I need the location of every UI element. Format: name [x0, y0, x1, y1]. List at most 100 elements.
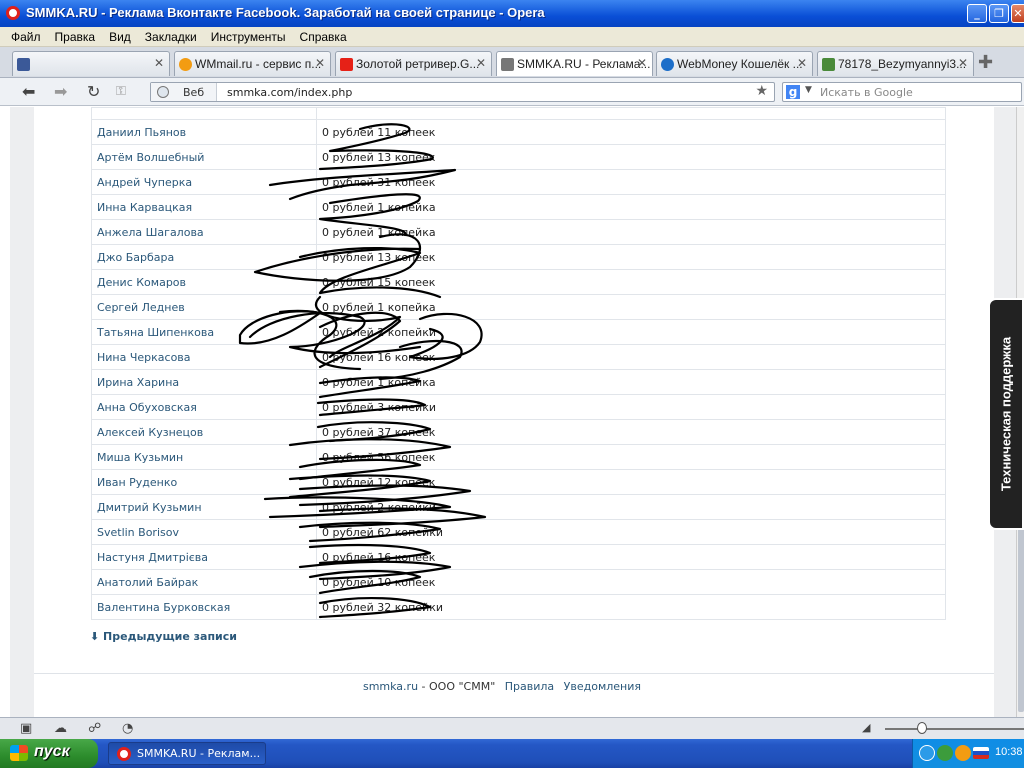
winner-name[interactable]: Денис Комаров	[91, 269, 317, 295]
tab-youtube[interactable]: Золотой ретривер.G... ✕	[335, 51, 492, 76]
icq-icon[interactable]	[937, 745, 953, 761]
menu-edit[interactable]: Правка	[48, 27, 103, 44]
table-row: Алексей Кузнецов 0 рублей 37 копеек	[91, 419, 946, 445]
menu-bookmarks[interactable]: Закладки	[138, 27, 204, 44]
search-placeholder[interactable]: Искать в Google	[820, 86, 913, 99]
winner-name[interactable]: Дмитрий Кузьмин	[91, 494, 317, 520]
address-bar: ⬅ ➡ ↻ ⚿ Веб smmka.com/index.php ★ g ▼ Ис…	[0, 78, 1024, 106]
winner-name[interactable]: Настуня Дмитрієва	[91, 544, 317, 570]
start-button[interactable]: пуск	[0, 739, 98, 768]
menu-help[interactable]: Справка	[293, 27, 354, 44]
zoom-icon[interactable]: ◢	[862, 721, 870, 734]
tab-label: WebMoney Кошелёк ...	[677, 57, 803, 71]
wmmail-tray-icon[interactable]	[955, 745, 971, 761]
table-row: Анатолий Байрак 0 рублей 10 копеек	[91, 569, 946, 595]
reload-icon[interactable]: ↻	[87, 82, 100, 101]
table-row: Артём Волшебный 0 рублей 13 копеек	[91, 144, 946, 170]
clock: 10:38	[995, 746, 1023, 758]
webmoney-icon	[661, 58, 674, 71]
winner-name[interactable]: Инна Карвацкая	[91, 194, 317, 220]
opera-logo-icon	[117, 747, 131, 761]
url-field[interactable]: Веб smmka.com/index.php ★	[150, 82, 775, 102]
menu-view[interactable]: Вид	[102, 27, 138, 44]
web-label: Веб	[183, 86, 205, 99]
taskbar-window-label: SMMKA.RU - Реклам...	[137, 747, 261, 760]
winner-name[interactable]: Андрей Чуперка	[91, 169, 317, 195]
winners-table: Даниил Пьянов 0 рублей 11 копеек Артём Вол…	[91, 107, 946, 620]
menu-bar: Файл Правка Вид Закладки Инструменты Справка	[0, 27, 1024, 47]
menu-file[interactable]: Файл	[0, 27, 48, 44]
footer-company: - ООО "СММ"	[418, 680, 496, 693]
close-tab-icon[interactable]: ✕	[797, 56, 807, 70]
footer-notifications-link[interactable]: Уведомления	[564, 680, 641, 693]
menu-tools[interactable]: Инструменты	[204, 27, 293, 44]
winner-name[interactable]: Иван Руденко	[91, 469, 317, 495]
panel-toggle-icon[interactable]: ▣	[20, 721, 32, 736]
tab-label: WMmail.ru - сервис п...	[195, 57, 322, 71]
back-icon[interactable]: ⬅	[22, 82, 35, 101]
close-tab-icon[interactable]: ✕	[958, 56, 968, 70]
tab-wmmail[interactable]: WMmail.ru - сервис п... ✕	[174, 51, 331, 76]
winner-name[interactable]: Джо Барбара	[91, 244, 317, 270]
key-icon[interactable]: ⚿	[116, 84, 126, 99]
tab-label: 78178_Bezymyannyi3...	[838, 57, 967, 71]
bookmark-star-icon[interactable]: ★	[755, 83, 768, 99]
language-flag-icon[interactable]	[973, 747, 989, 759]
tab-label: Золотой ретривер.G...	[356, 57, 480, 71]
forward-icon[interactable]: ➡	[54, 82, 67, 101]
winner-name[interactable]: Даниил Пьянов	[91, 119, 317, 145]
chevron-down-icon[interactable]: ▼	[805, 85, 812, 95]
tab-webmoney[interactable]: WebMoney Кошелёк ... ✕	[656, 51, 813, 76]
winner-name[interactable]: Svetlin Borisov	[91, 519, 317, 545]
taskbar-opera-window[interactable]: SMMKA.RU - Реклам...	[108, 742, 266, 765]
winner-name[interactable]: Алексей Кузнецов	[91, 419, 317, 445]
support-tab[interactable]: Техническая поддержка	[988, 298, 1024, 530]
winner-name[interactable]: Сергей Леднев	[91, 294, 317, 320]
minimize-button[interactable]: _	[967, 4, 987, 23]
winner-name[interactable]: Анна Обуховская	[91, 394, 317, 420]
search-field[interactable]: g ▼ Искать в Google	[782, 82, 1022, 102]
previous-records-link[interactable]: ⬇ Предыдущие записи	[90, 630, 237, 643]
unite-icon[interactable]: ☍	[88, 721, 101, 736]
previous-records-label[interactable]: Предыдущие записи	[103, 630, 237, 643]
maximize-button[interactable]: ❐	[989, 4, 1009, 23]
url-text[interactable]: smmka.com/index.php	[227, 86, 352, 99]
zoom-slider-track[interactable]	[885, 728, 1024, 730]
zoom-slider-thumb[interactable]	[917, 722, 927, 734]
close-tab-icon[interactable]: ✕	[637, 56, 647, 70]
close-tab-icon[interactable]: ✕	[476, 56, 486, 70]
winner-name[interactable]: Нина Черкасова	[91, 344, 317, 370]
tray-arrow-icon[interactable]	[919, 745, 935, 761]
tab-vk[interactable]: ✕	[12, 51, 170, 76]
footer-site-link[interactable]: smmka.ru	[363, 680, 418, 693]
winner-name[interactable]: Ирина Харина	[91, 369, 317, 395]
winner-amount: 0 рублей 1 копейка	[316, 294, 946, 320]
cloud-icon[interactable]: ☁	[54, 721, 67, 736]
winner-name[interactable]: Анатолий Байрак	[91, 569, 317, 595]
table-row: Миша Кузьмин 0 рублей 56 копеек	[91, 444, 946, 470]
opera-logo-icon	[6, 6, 20, 20]
footer-rules-link[interactable]: Правила	[505, 680, 554, 693]
google-icon[interactable]: g	[786, 85, 800, 99]
taskbar: пуск SMMKA.RU - Реклам... 10:38	[0, 739, 1024, 768]
winner-amount: 0 рублей 11 копеек	[316, 119, 946, 145]
tab-smmka[interactable]: SMMKA.RU - Реклама... ✕	[496, 51, 653, 76]
new-tab-icon[interactable]: ✚	[978, 52, 993, 73]
winner-amount: 0 рублей 1 копейка	[316, 219, 946, 245]
winner-name[interactable]: Артём Волшебный	[91, 144, 317, 170]
support-tab-label[interactable]: Техническая поддержка	[999, 337, 1014, 491]
winner-name[interactable]: Миша Кузьмин	[91, 444, 317, 470]
page-gutter-left	[10, 107, 34, 717]
tab-image[interactable]: 78178_Bezymyannyi3... ✕	[817, 51, 974, 76]
winner-name[interactable]: Татьяна Шипенкова	[91, 319, 317, 345]
winner-name[interactable]: Валентина Бурковская	[91, 594, 317, 620]
table-row: Сергей Леднев 0 рублей 1 копейка	[91, 294, 946, 320]
turbo-icon[interactable]: ◔	[122, 721, 133, 736]
close-tab-icon[interactable]: ✕	[154, 56, 164, 70]
winner-amount: 0 рублей 1 копейка	[316, 369, 946, 395]
window-title: SMMKA.RU - Реклама Вконтакте Facebook. З…	[26, 5, 545, 20]
close-button[interactable]: ✕	[1011, 4, 1024, 23]
web-badge[interactable]: Веб	[151, 83, 217, 101]
winner-name[interactable]: Анжела Шагалова	[91, 219, 317, 245]
close-tab-icon[interactable]: ✕	[315, 56, 325, 70]
